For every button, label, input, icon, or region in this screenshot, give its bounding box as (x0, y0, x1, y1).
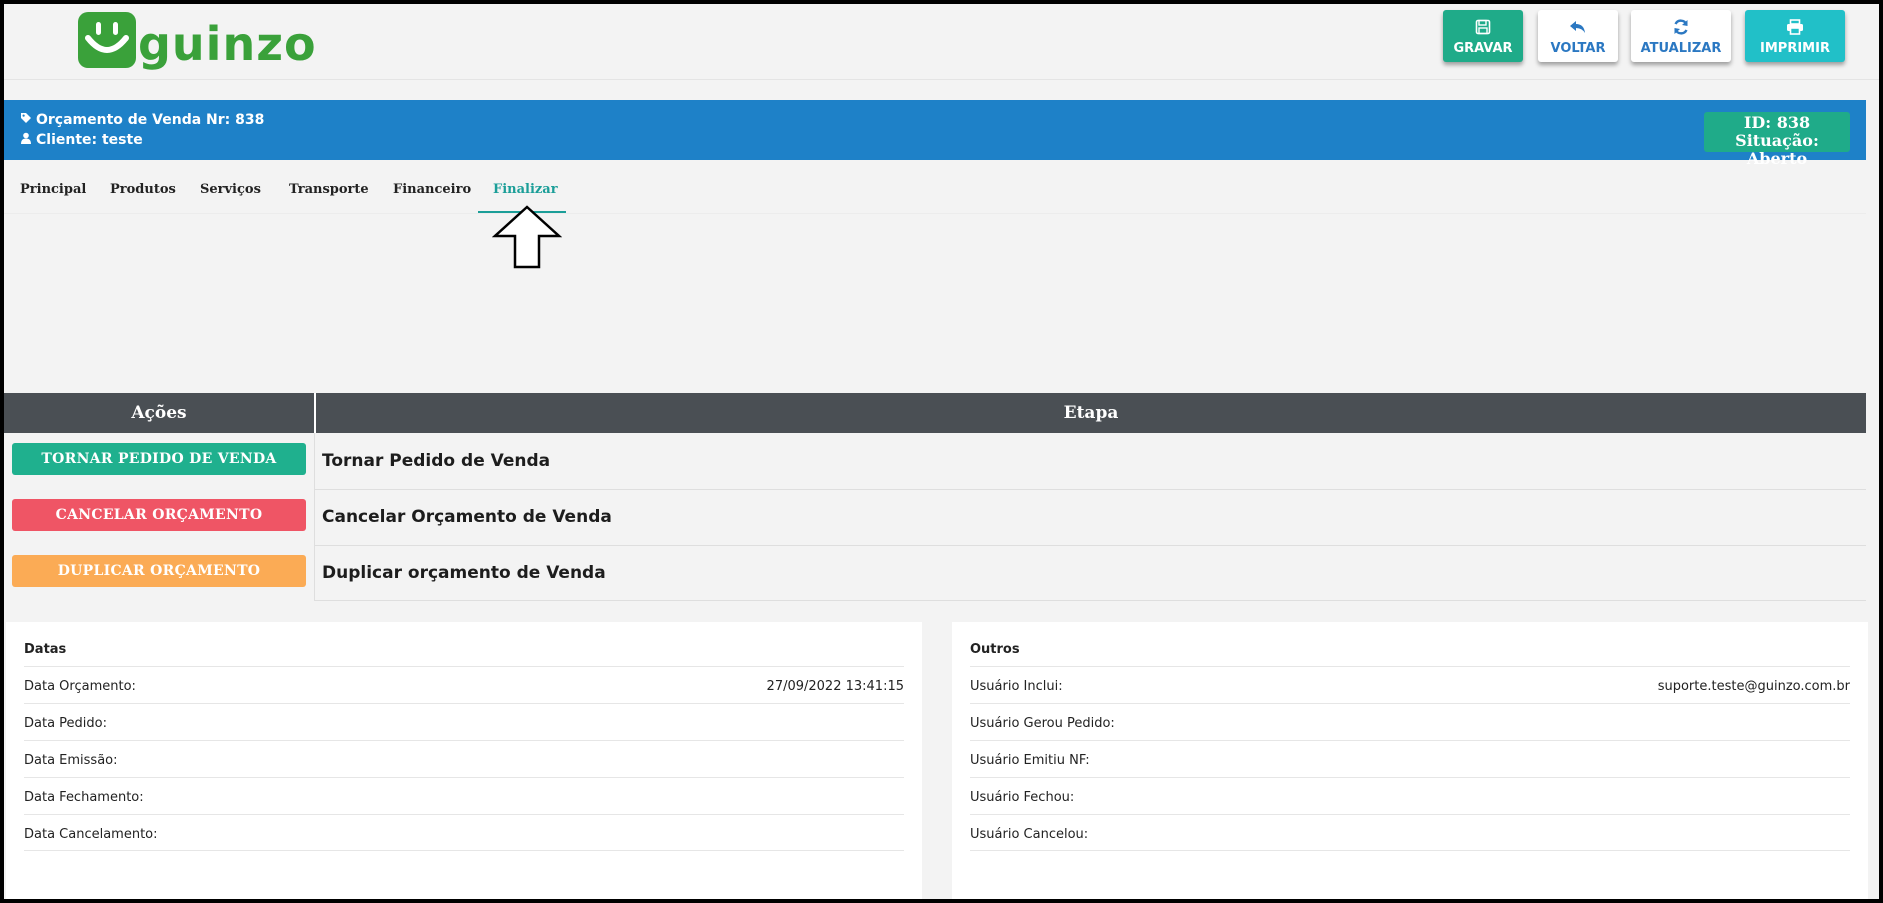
row-label: Data Pedido: (24, 716, 107, 731)
voltar-button[interactable]: VOLTAR (1538, 10, 1618, 62)
orcamento-number: Orçamento de Venda Nr: 838 (20, 112, 264, 128)
actions-table-header: Ações Etapa (4, 393, 1866, 433)
refresh-icon (1672, 17, 1690, 37)
tab-produtos[interactable]: Produtos (110, 182, 176, 197)
list-item: Data Orçamento: 27/09/2022 13:41:15 (24, 666, 904, 703)
outros-panel: Outros Usuário Inclui: suporte.teste@gui… (952, 622, 1868, 899)
tornar-pedido-button[interactable]: TORNAR PEDIDO DE VENDA (12, 443, 306, 475)
datas-panel: Datas Data Orçamento: 27/09/2022 13:41:1… (6, 622, 922, 899)
app-frame: guinzo GRAVAR VOLTAR ATUALIZAR IMPRIMIR … (0, 0, 1883, 903)
logo-smiley-icon (78, 12, 136, 68)
print-icon (1786, 17, 1804, 37)
datas-title: Datas (24, 642, 67, 657)
logo-text: guinzo (138, 17, 317, 71)
atualizar-label: ATUALIZAR (1640, 40, 1722, 56)
header-etapa: Etapa (1063, 403, 1119, 423)
gravar-label: GRAVAR (1453, 40, 1513, 56)
row-value: suporte.teste@guinzo.com.br (1657, 679, 1850, 694)
cliente-name: Cliente: teste (20, 132, 143, 148)
top-toolbar: guinzo GRAVAR VOLTAR ATUALIZAR IMPRIMIR (4, 4, 1879, 80)
row-label: Usuário Gerou Pedido: (970, 716, 1115, 731)
list-item: Usuário Fechou: (970, 777, 1850, 814)
guinzo-logo: guinzo (78, 8, 317, 72)
row-divider (314, 489, 1866, 490)
row-divider (314, 545, 1866, 546)
atualizar-button[interactable]: ATUALIZAR (1631, 10, 1731, 62)
row-label: Data Fechamento: (24, 790, 144, 805)
row-label: Data Emissão: (24, 753, 118, 768)
row-label: Usuário Cancelou: (970, 827, 1089, 842)
imprimir-label: IMPRIMIR (1760, 40, 1830, 56)
list-item: Usuário Emitiu NF: (970, 740, 1850, 777)
tab-transporte[interactable]: Transporte (289, 182, 369, 197)
user-icon (20, 132, 36, 148)
tab-financeiro[interactable]: Financeiro (393, 182, 471, 197)
cancelar-orcamento-button[interactable]: CANCELAR ORÇAMENTO (12, 499, 306, 531)
etapa-tornar-pedido: Tornar Pedido de Venda (322, 451, 551, 471)
id-text: ID: 838 (1743, 113, 1811, 132)
etapa-cancelar-orcamento: Cancelar Orçamento de Venda (322, 507, 612, 527)
tab-bar: Principal Produtos Serviços Transporte F… (4, 164, 1866, 214)
row-label: Usuário Inclui: (970, 679, 1063, 694)
list-item: Data Emissão: (24, 740, 904, 777)
row-label: Data Orçamento: (24, 679, 136, 694)
imprimir-button[interactable]: IMPRIMIR (1745, 10, 1845, 62)
header-acoes: Ações (131, 403, 187, 423)
situacao-text: Situação: Aberto (1735, 131, 1819, 168)
tag-icon (20, 112, 36, 128)
gravar-button[interactable]: GRAVAR (1443, 10, 1523, 62)
duplicar-orcamento-button[interactable]: DUPLICAR ORÇAMENTO (12, 555, 306, 587)
cliente-text: Cliente: teste (36, 132, 143, 148)
column-divider (314, 433, 315, 601)
undo-icon (1569, 17, 1587, 37)
actions-table: Ações Etapa TORNAR PEDIDO DE VENDA Torna… (4, 393, 1866, 601)
orcamento-text: Orçamento de Venda Nr: 838 (36, 112, 265, 128)
list-item: Data Cancelamento: (24, 814, 904, 851)
outros-title: Outros (970, 642, 1020, 657)
document-info-bar: Orçamento de Venda Nr: 838 Cliente: test… (4, 100, 1866, 168)
list-item: Data Fechamento: (24, 777, 904, 814)
tab-principal[interactable]: Principal (20, 182, 86, 197)
etapa-duplicar-orcamento: Duplicar orçamento de Venda (322, 563, 606, 583)
arrow-up-icon (491, 204, 563, 274)
row-label: Usuário Emitiu NF: (970, 753, 1090, 768)
row-label: Data Cancelamento: (24, 827, 158, 842)
row-label: Usuário Fechou: (970, 790, 1075, 805)
tab-servicos[interactable]: Serviços (200, 182, 261, 197)
row-divider (314, 600, 1866, 601)
list-item: Data Pedido: (24, 703, 904, 740)
row-value: 27/09/2022 13:41:15 (766, 679, 904, 694)
list-item: Usuário Gerou Pedido: (970, 703, 1850, 740)
save-icon (1475, 17, 1491, 37)
list-item: Usuário Inclui: suporte.teste@guinzo.com… (970, 666, 1850, 703)
voltar-label: VOLTAR (1550, 40, 1606, 56)
tab-finalizar[interactable]: Finalizar (493, 182, 558, 197)
list-item: Usuário Cancelou: (970, 814, 1850, 851)
status-badge: ID: 838 Situação: Aberto (1704, 112, 1850, 168)
